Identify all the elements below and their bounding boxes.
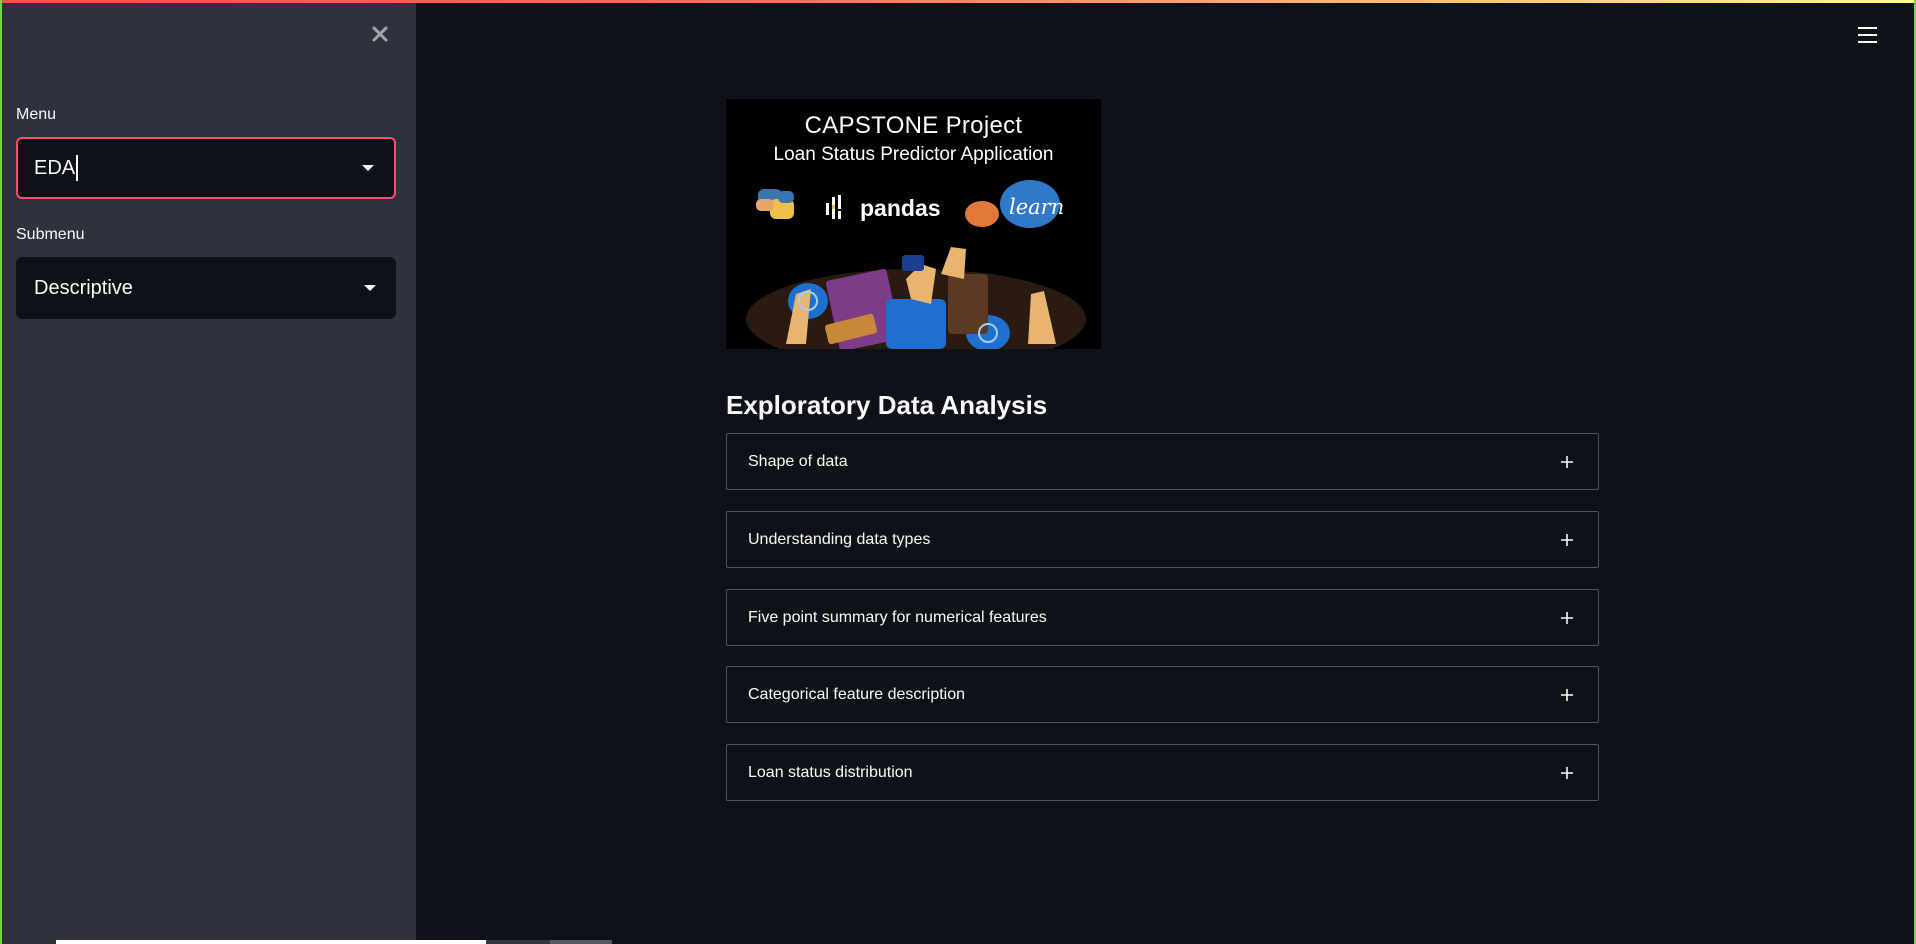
menu-label: Menu [16, 106, 57, 123]
expander-understanding-data-types[interactable]: Understanding data types [726, 511, 1599, 568]
horizontal-scrollbar-thumb[interactable] [56, 940, 486, 944]
app-window: Menu EDA Submenu Descriptive CAPSTONE Pr… [0, 0, 1916, 944]
top-decoration-bar [0, 0, 1916, 3]
expander-shape-of-data[interactable]: Shape of data [726, 433, 1599, 490]
sklearn-wordmark: learn [1009, 195, 1065, 219]
plus-icon[interactable] [1560, 688, 1574, 702]
expander-label: Shape of data [748, 452, 848, 470]
submenu-select[interactable]: Descriptive [16, 257, 396, 319]
banner-illustration [746, 180, 1086, 349]
expander-categorical-feature-description[interactable]: Categorical feature description [726, 666, 1599, 723]
expander-loan-status-distribution[interactable]: Loan status distribution [726, 744, 1599, 801]
hamburger-line [1858, 34, 1877, 36]
horizontal-scrollbar-segment [550, 940, 612, 944]
pandas-logo-icon [826, 195, 841, 219]
plus-icon[interactable] [1560, 455, 1574, 469]
hamburger-line [1858, 41, 1877, 43]
window-edge-left [0, 0, 2, 944]
submenu-label: Submenu [16, 226, 85, 243]
hamburger-line [1858, 27, 1877, 29]
close-sidebar-button[interactable] [366, 20, 394, 48]
menu-select-value-wrap: EDA [34, 155, 78, 181]
finance-illustration [746, 247, 1086, 349]
python-logo [756, 189, 794, 219]
plus-icon[interactable] [1560, 611, 1574, 625]
chevron-down-icon[interactable] [362, 165, 374, 171]
expander-label: Loan status distribution [748, 763, 913, 781]
menu-select-value: EDA [34, 156, 76, 179]
expander-label: Five point summary for numerical feature… [748, 608, 1047, 626]
plus-icon[interactable] [1560, 533, 1574, 547]
plus-icon[interactable] [1560, 766, 1574, 780]
text-cursor [76, 155, 78, 181]
sidebar: Menu EDA Submenu Descriptive [0, 0, 416, 944]
close-icon[interactable] [371, 25, 389, 43]
hamburger-menu-icon[interactable] [1858, 26, 1880, 46]
expander-five-point-summary[interactable]: Five point summary for numerical feature… [726, 589, 1599, 646]
chevron-down-icon[interactable] [364, 285, 376, 291]
page-title: Exploratory Data Analysis [726, 390, 1048, 420]
pandas-wordmark: pandas [860, 195, 941, 221]
submenu-select-value: Descriptive [34, 276, 133, 299]
expander-label: Categorical feature description [748, 685, 966, 703]
menu-select[interactable]: EDA [16, 137, 396, 199]
project-banner-image: CAPSTONE Project Loan Status Predictor A… [726, 99, 1101, 349]
expander-label: Understanding data types [748, 530, 931, 548]
